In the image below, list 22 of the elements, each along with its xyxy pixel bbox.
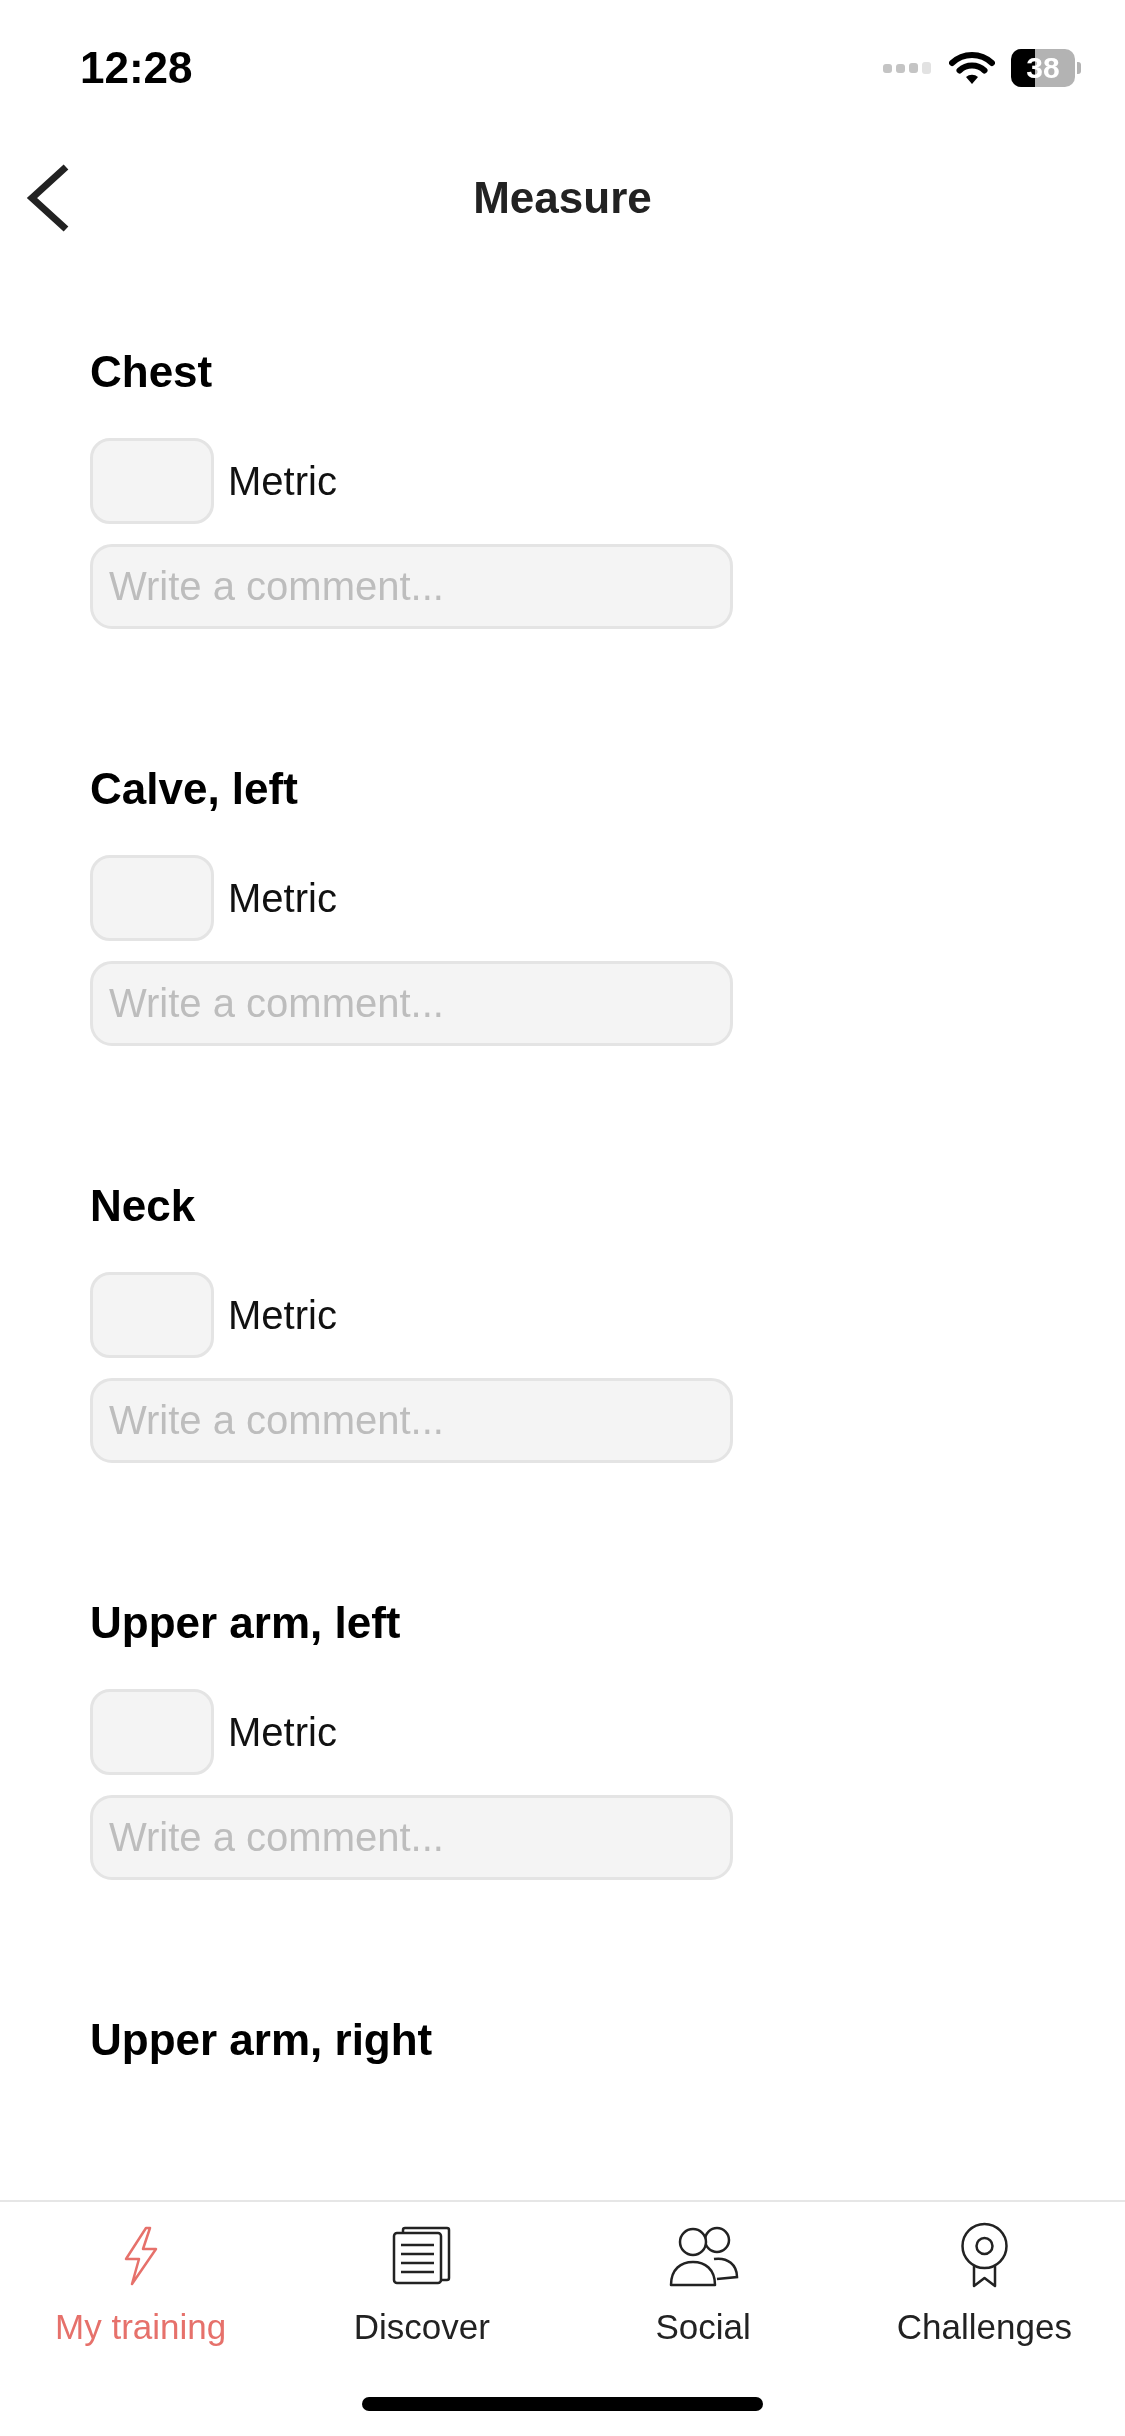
measurement-title: Chest (90, 346, 213, 398)
document-icon (391, 2226, 453, 2285)
wifi-icon (949, 51, 995, 85)
unit-label: Metric (228, 1292, 337, 1339)
unit-label: Metric (228, 458, 337, 505)
unit-label: Metric (228, 875, 337, 922)
status-time: 12:28 (80, 42, 193, 94)
measurement-title: Neck (90, 1180, 196, 1232)
measurement-title: Upper arm, left (90, 1597, 401, 1649)
tab-bar-item[interactable]: Social (655, 2222, 751, 2349)
value-input-field[interactable] (90, 1272, 214, 1358)
tab-bar-item[interactable]: Challenges (896, 2222, 1072, 2349)
measurement-title: Calve, left (90, 763, 298, 815)
cellular-signal-icon (883, 62, 933, 74)
tab-bar-item[interactable]: Discover (353, 2222, 490, 2349)
page-title: Measure (473, 172, 652, 224)
value-input-field[interactable] (90, 1689, 214, 1775)
value-input-field[interactable] (90, 438, 214, 524)
medal-icon (958, 2222, 1010, 2289)
value-input-field[interactable] (90, 855, 214, 941)
measurement-title: Upper arm, right (90, 2014, 433, 2066)
unit-label: Metric (228, 1709, 337, 1756)
